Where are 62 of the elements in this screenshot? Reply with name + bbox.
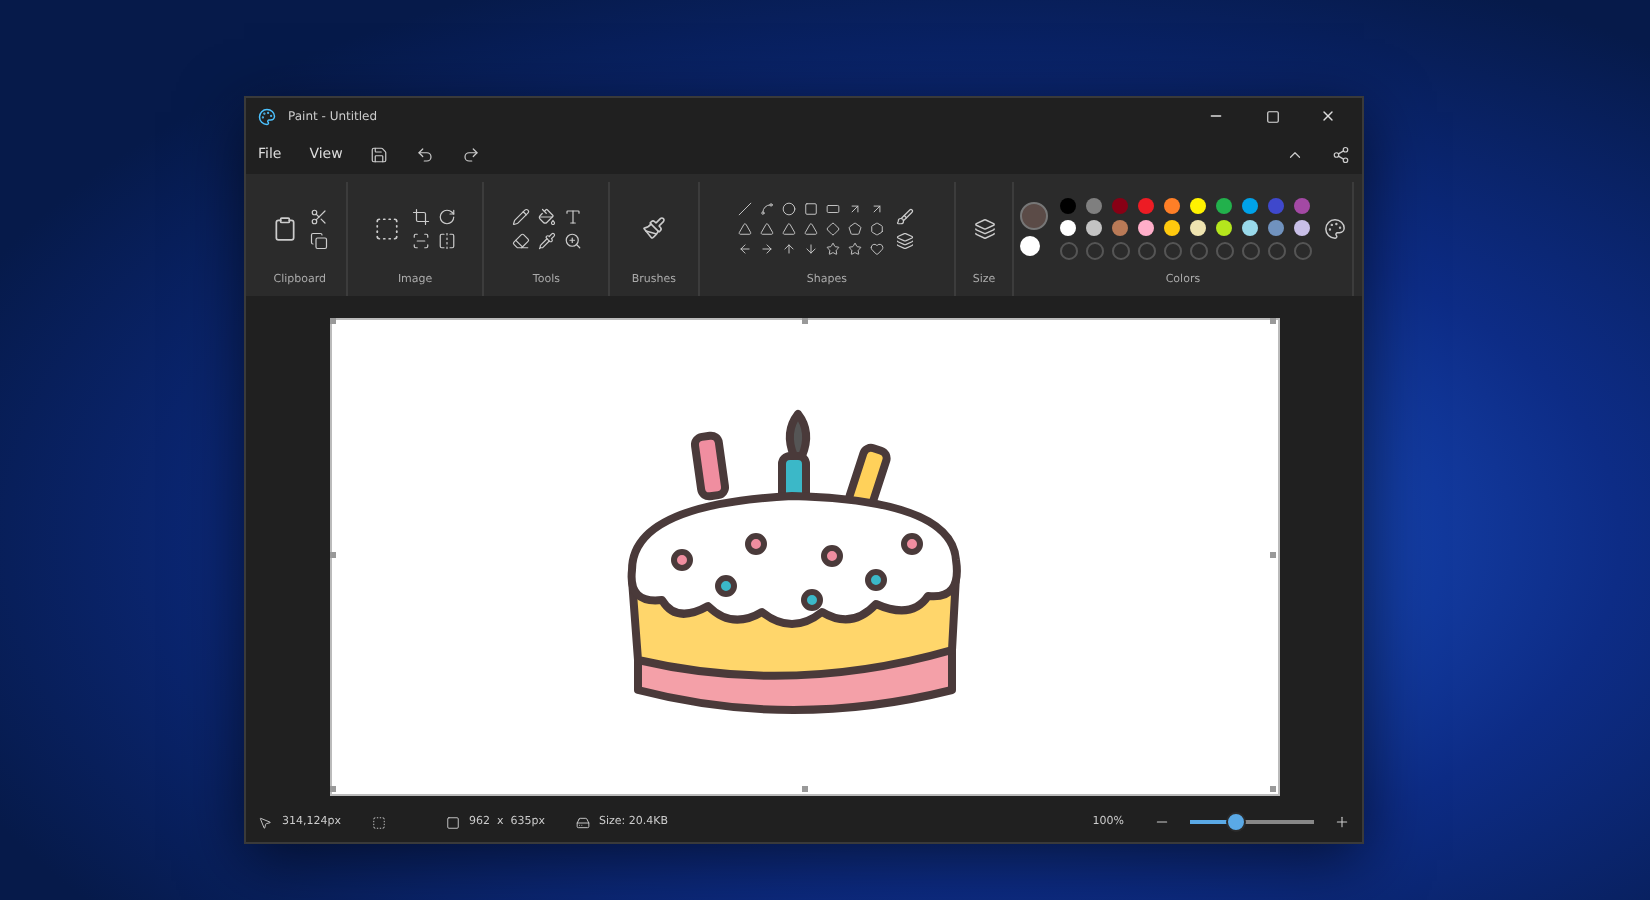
hexagon-icon[interactable] (870, 221, 885, 235)
zoom-in-icon[interactable] (1334, 814, 1350, 830)
color-swatch[interactable] (1189, 197, 1206, 213)
color-swatch[interactable] (1059, 219, 1076, 235)
color-swatch[interactable] (1293, 197, 1310, 213)
app-logo-icon (258, 107, 276, 125)
disk-icon[interactable] (575, 815, 589, 829)
arrow-icon[interactable] (848, 201, 863, 215)
color-swatch[interactable] (1241, 219, 1258, 235)
crop-icon[interactable] (412, 207, 431, 225)
rotate-icon[interactable] (438, 207, 457, 225)
color-swatch[interactable] (1085, 197, 1102, 213)
color-swatch[interactable] (1189, 219, 1206, 235)
left-arrow-icon[interactable] (738, 241, 753, 255)
rectangle-icon[interactable] (804, 201, 819, 215)
share-icon[interactable] (1332, 145, 1350, 163)
brush-icon[interactable] (641, 216, 666, 240)
cut-icon[interactable] (309, 207, 328, 225)
color-swatch[interactable] (1111, 197, 1128, 213)
color-swatch[interactable] (1267, 197, 1284, 213)
drawing-canvas[interactable] (332, 320, 1278, 794)
secondary-color[interactable] (1019, 235, 1040, 255)
right-arrow-icon[interactable] (760, 241, 775, 255)
pencil-icon[interactable] (511, 207, 530, 225)
magnifier-icon[interactable] (563, 231, 582, 249)
select-icon[interactable] (374, 215, 401, 241)
color-swatch[interactable] (1163, 219, 1180, 235)
color-swatch[interactable] (1137, 197, 1154, 213)
copy-icon[interactable] (309, 231, 328, 249)
heart-icon[interactable] (870, 241, 885, 255)
arrow-icon[interactable] (870, 201, 885, 215)
undo-icon[interactable] (416, 145, 435, 163)
redo-icon[interactable] (462, 145, 481, 163)
save-icon[interactable] (370, 145, 389, 163)
color-picker-icon[interactable] (537, 231, 556, 249)
color-swatch[interactable] (1111, 219, 1128, 235)
color-swatch[interactable] (1241, 197, 1258, 213)
oval-icon[interactable] (782, 201, 797, 215)
slider-thumb[interactable] (1225, 812, 1246, 832)
primary-color[interactable] (1019, 201, 1048, 229)
star-icon[interactable] (826, 241, 841, 255)
color-swatch[interactable] (1163, 197, 1180, 213)
down-arrow-icon[interactable] (804, 241, 819, 255)
pointer-icon[interactable] (258, 815, 272, 829)
color-swatch[interactable] (1137, 219, 1154, 235)
color-swatch[interactable] (1059, 197, 1076, 213)
text-icon[interactable] (563, 207, 582, 225)
fill-icon[interactable] (537, 207, 556, 225)
pentagon-icon[interactable] (848, 221, 863, 235)
curve-icon[interactable] (760, 201, 775, 215)
eraser-icon[interactable] (511, 231, 530, 249)
color-swatch[interactable] (1215, 219, 1232, 235)
paste-icon[interactable] (271, 215, 298, 241)
line-icon[interactable] (738, 201, 753, 215)
rounded-rectangle-icon[interactable] (826, 201, 841, 215)
diamond-icon[interactable] (826, 221, 841, 235)
color-swatch[interactable] (1267, 219, 1284, 235)
color-swatch[interactable] (1293, 219, 1310, 235)
star-icon[interactable] (848, 241, 863, 255)
up-arrow-icon[interactable] (782, 241, 797, 255)
color-swatch[interactable] (1085, 219, 1102, 235)
color-swatch[interactable] (1215, 197, 1232, 213)
